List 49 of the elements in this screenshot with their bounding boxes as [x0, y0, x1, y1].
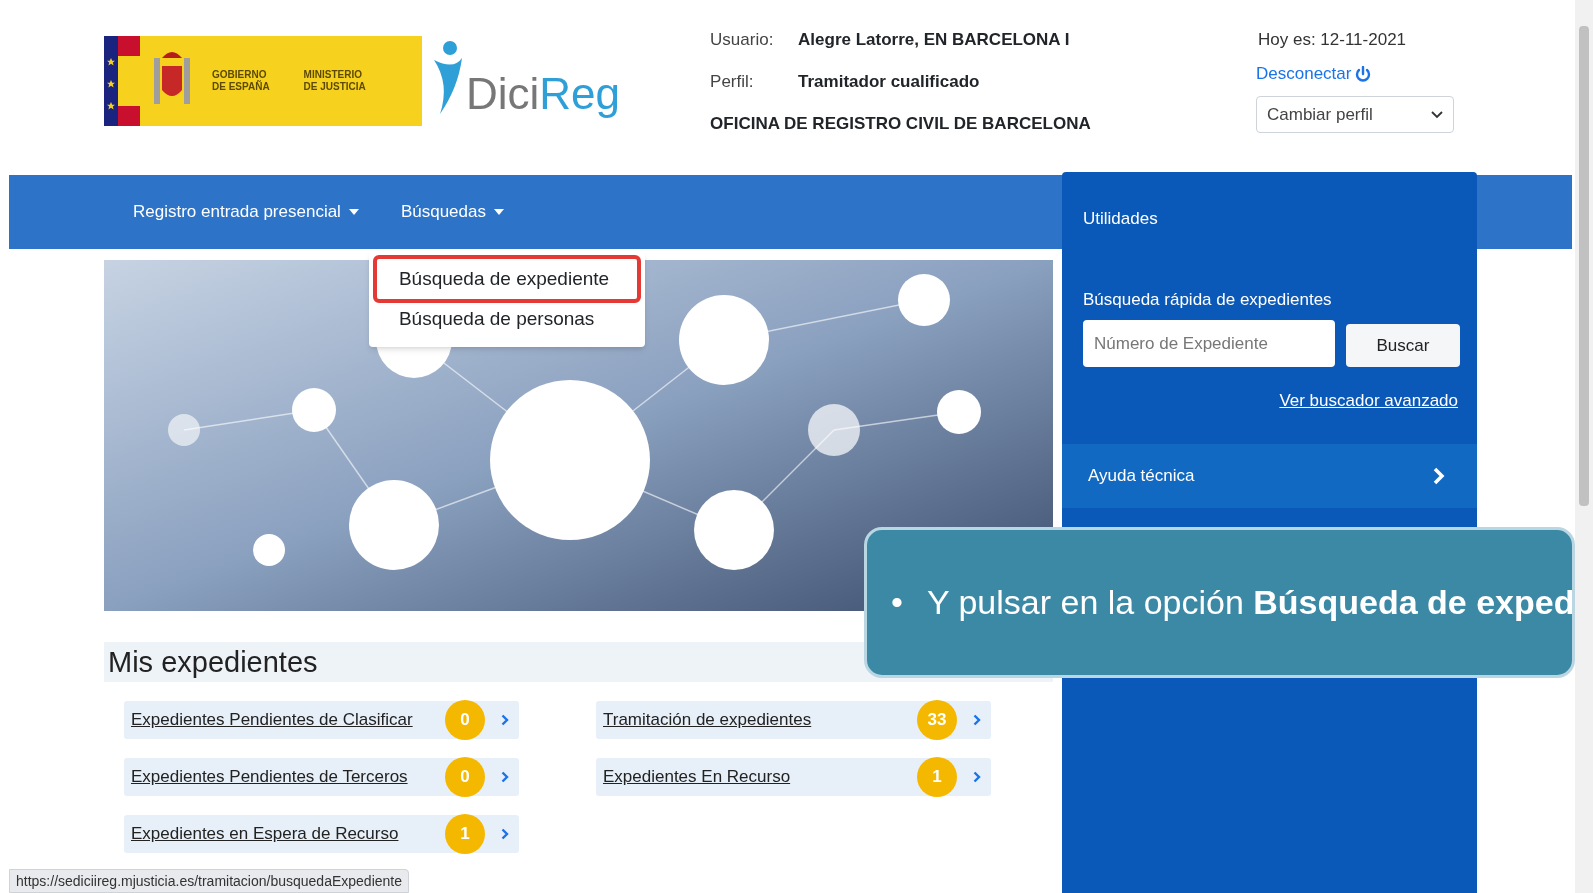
menu-item[interactable]: Búsquedas [390, 193, 514, 231]
count-badge: 0 [445, 700, 485, 740]
logo-text: DE ESPAÑA [212, 81, 270, 93]
count-badge: 1 [917, 757, 957, 797]
logo-text: DE JUSTICIA [303, 81, 366, 93]
logo-text: MINISTERIO [303, 69, 363, 81]
chevron-right-icon [1433, 466, 1445, 485]
chevron-right-icon [501, 714, 509, 726]
power-icon [1355, 66, 1372, 82]
chevron-right-icon [973, 714, 981, 726]
scrollbar[interactable] [1575, 0, 1593, 893]
app-logo-text: Dici [466, 72, 540, 116]
search-field[interactable]: Número de Expediente [1083, 320, 1335, 367]
help-item[interactable]: Ayuda técnica [1062, 443, 1477, 508]
advanced-search-link[interactable]: Ver buscador avanzado [1279, 388, 1458, 414]
case-list-link[interactable]: Expedientes en Espera de Recurso 1 [124, 815, 519, 853]
case-list-link[interactable]: Tramitación de expedientes 33 [596, 701, 991, 739]
case-list-link[interactable]: Expedientes En Recurso 1 [596, 758, 991, 796]
callout-text: Y pulsar en la opción Búsqueda de exped [926, 582, 1572, 623]
chevron-right-icon [501, 771, 509, 783]
bullet-mark: • [891, 582, 903, 623]
chevron-right-icon [501, 828, 509, 840]
case-list-link[interactable]: Expedientes Pendientes de Terceros 0 [124, 758, 519, 796]
panel-title: Utilidades [1083, 208, 1159, 230]
panel-subtitle: Búsqueda rápida de expedientes [1083, 288, 1333, 311]
logout-link[interactable]: Desconectar [1256, 62, 1454, 86]
coat-of-arms-drawing [154, 52, 190, 104]
caret-icon [348, 209, 359, 215]
search-button[interactable]: Buscar [1346, 324, 1460, 367]
status-url: https://sediciireg.mjusticia.es/tramitacion/busquedaExpediente [9, 869, 409, 893]
profile-name: Tramitador cualificado [798, 71, 981, 93]
app-logo-text: Reg [539, 72, 621, 116]
field-label: Usuario: [710, 29, 775, 51]
count-badge: 1 [445, 814, 485, 854]
section-title: Mis expedientes [108, 647, 318, 677]
field-label: Perfil: [710, 71, 755, 93]
office-name: OFICINA DE REGISTRO CIVIL DE BARCELONA [710, 113, 1091, 135]
menu-item[interactable]: Registro entrada presencial [123, 193, 369, 231]
case-list-link[interactable]: Expedientes Pendientes de Clasificar 0 [124, 701, 519, 739]
profile-select[interactable]: Cambiar perfil [1256, 96, 1454, 133]
user-name: Alegre Latorre, EN BARCELONA I [798, 29, 1071, 51]
logo-text: GOBIERNO [212, 69, 268, 80]
count-badge: 33 [917, 700, 957, 740]
caret-icon [494, 209, 504, 215]
chevron-right-icon [973, 771, 981, 783]
dropdown-item[interactable]: Búsqueda de expediente [372, 255, 641, 304]
chevron-down-icon [1431, 110, 1443, 119]
date-text: Hoy es: 12-11-2021 [1258, 29, 1408, 51]
count-badge: 0 [445, 757, 485, 797]
